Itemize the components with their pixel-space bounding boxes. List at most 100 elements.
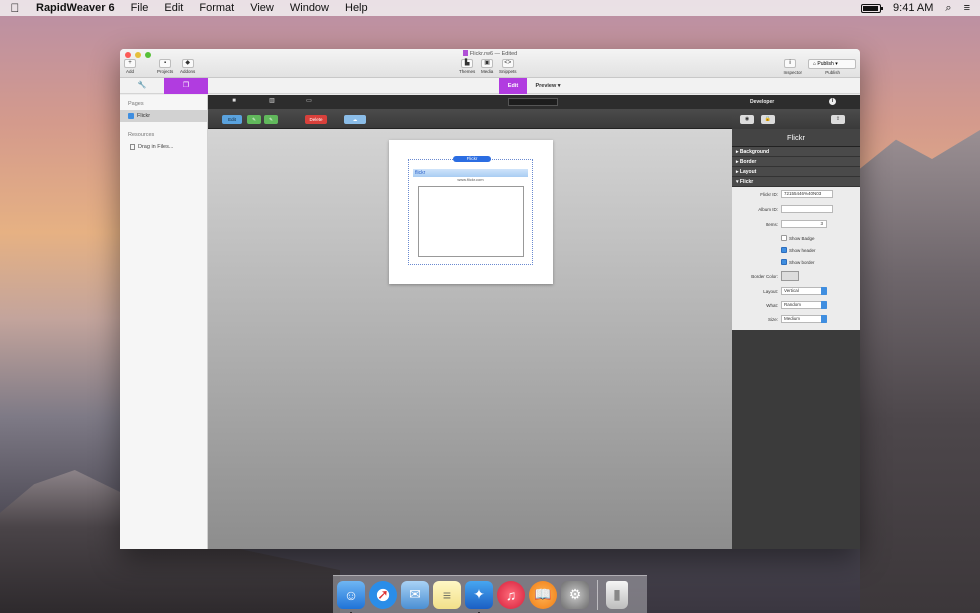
image-icon[interactable]: ▭ [305,98,313,105]
menu-view[interactable]: View [242,2,282,14]
stack-edit-button[interactable]: Edit [222,115,242,124]
addons-icon: ◆ [181,59,194,68]
layout-row: Layout: Vertical [732,287,860,297]
drag-in-files-row[interactable]: Drag in Files... [120,141,207,153]
section-background[interactable]: ▸ Background [732,147,860,157]
preview-icon[interactable]: ✉ [401,580,429,609]
info-icon[interactable]: i [829,98,836,105]
dock-separator [597,579,598,610]
sidebar-item-flickr[interactable]: Flickr [120,110,207,122]
layout-select[interactable]: Vertical [781,287,827,295]
media-icon: ▣ [481,59,494,68]
apple-menu-icon[interactable]:  [0,1,30,15]
items-row: Items: 3 [732,220,860,230]
system-preferences-icon[interactable]: ⚙ [561,580,589,609]
themes-button[interactable]: ▙ Themes [459,59,475,74]
media-button[interactable]: ▣ Media [481,59,493,74]
album-id-row: Album ID: [732,205,860,215]
rapidweaver-icon[interactable]: ✦ [465,580,493,613]
box-icon[interactable]: ■ [230,98,238,105]
clock[interactable]: 9:41 AM [893,2,933,14]
snippets-icon: <> [501,59,514,68]
flickr-stack[interactable]: Flickr flickr www.flickr.com [408,156,533,265]
show-badge-checkbox[interactable] [781,235,787,241]
export-icon[interactable]: ⇪ [831,115,845,124]
section-layout[interactable]: ▸ Layout [732,167,860,177]
spotlight-search-icon[interactable]: ⌕ [945,2,951,15]
album-id-field[interactable] [781,205,833,213]
flickr-settings: Flickr ID: 72155446%40N03 Album ID: Item… [732,187,860,330]
file-icon [130,144,135,150]
size-select[interactable]: Medium [781,315,827,323]
trash-icon[interactable]: ▮ [606,580,628,609]
section-border[interactable]: ▸ Border [732,157,860,167]
editor-top-bar: ■ ▥ ▭ [208,95,732,109]
show-border-row: Show border [732,258,860,268]
menu-help[interactable]: Help [337,2,376,14]
menu-file[interactable]: File [123,2,157,14]
notification-center-icon[interactable]: ≡ [964,2,970,14]
page-canvas: Flickr flickr www.flickr.com [208,129,732,549]
delete-button[interactable]: Delete [305,115,327,124]
add-button[interactable]: + Add [124,59,136,74]
wrench-icon[interactable]: 🔧 [120,78,164,94]
themes-icon: ▙ [461,59,474,68]
itunes-icon[interactable]: ♫ [497,580,525,609]
show-badge-row: Show Badge [732,234,860,244]
menu-format[interactable]: Format [191,2,242,14]
battery-icon[interactable] [861,3,884,13]
finder-icon[interactable]: ☺ [337,580,365,613]
columns-icon[interactable]: ▥ [268,98,276,105]
document-title: Flickr.rw6 — Edited [120,50,860,57]
projects-icon: ▪ [159,59,172,68]
tab-strip: 🔧 ❐ Edit Preview ▾ [120,78,860,94]
title-bar: Flickr.rw6 — Edited + Add ▪ Projects ◆ A… [120,49,860,78]
flickr-photo-area [418,186,524,257]
menu-edit[interactable]: Edit [156,2,191,14]
plus-icon: + [124,59,136,68]
size-row: Size: Medium [732,315,860,325]
sidebar-item-label: Flickr [137,113,151,119]
ibooks-icon[interactable]: 📖 [529,580,557,609]
resources-heading: Resources [128,132,155,138]
projects-button[interactable]: ▪ Projects [157,59,173,74]
what-select[interactable]: Random [781,301,827,309]
show-header-checkbox[interactable] [781,247,787,253]
rapidweaver-window: Flickr.rw6 — Edited + Add ▪ Projects ◆ A… [120,49,860,549]
show-border-checkbox[interactable] [781,259,787,265]
flickr-id-row: Flickr ID: 72155446%40N03 [732,190,860,200]
flickr-header: flickr [413,169,528,177]
page-preview: Flickr flickr www.flickr.com [389,140,553,284]
developer-label: Developer [750,99,775,105]
publish-button[interactable]: ⌂ Publish ▾ [808,59,856,69]
cloud-icon[interactable]: ☁ [344,115,366,124]
eye-icon[interactable]: ◉ [740,115,754,124]
notes-icon[interactable]: ≡ [433,580,461,609]
app-menu[interactable]: RapidWeaver 6 [30,2,123,14]
addons-button[interactable]: ◆ Addons [180,59,195,74]
inspector-label: Inspector [783,70,802,75]
editor-action-bar: Edit ✎ ✎ Delete ☁ [208,109,732,129]
lock-icon[interactable]: 🔒 [761,115,775,124]
what-row: What: Random [732,301,860,311]
safari-icon[interactable]: ➚ [369,580,397,609]
inspector-tool-bar: ◉ 🔒 ⇪ [732,109,860,129]
dock: ☺ ➚ ✉ ≡ ✦ ♫ 📖 ⚙ ▮ [333,575,647,613]
device-size-toggle[interactable] [508,98,558,106]
pages-tab-icon[interactable]: ❐ [164,78,208,94]
stack-tag[interactable]: Flickr [453,156,491,162]
section-flickr[interactable]: ▾ Flickr [732,177,860,187]
flickr-url[interactable]: www.flickr.com [409,177,532,182]
inspector-panel: Developer i ◉ 🔒 ⇪ Flickr ▸ Background ▸ … [732,95,860,549]
snippets-button[interactable]: <> Snippets [499,59,517,74]
desktop-mountain-right [860,130,980,613]
items-stepper[interactable]: 3 [781,220,827,228]
border-color-well[interactable] [781,271,799,281]
unlink-icon[interactable]: ✎ [264,115,278,124]
menu-window[interactable]: Window [282,2,337,14]
flickr-id-field[interactable]: 72155446%40N03 [781,190,833,198]
preview-mode-tab[interactable]: Preview ▾ [528,78,568,94]
edit-mode-tab[interactable]: Edit [499,78,527,94]
info-icon[interactable]: i [784,59,796,68]
link-icon[interactable]: ✎ [247,115,261,124]
